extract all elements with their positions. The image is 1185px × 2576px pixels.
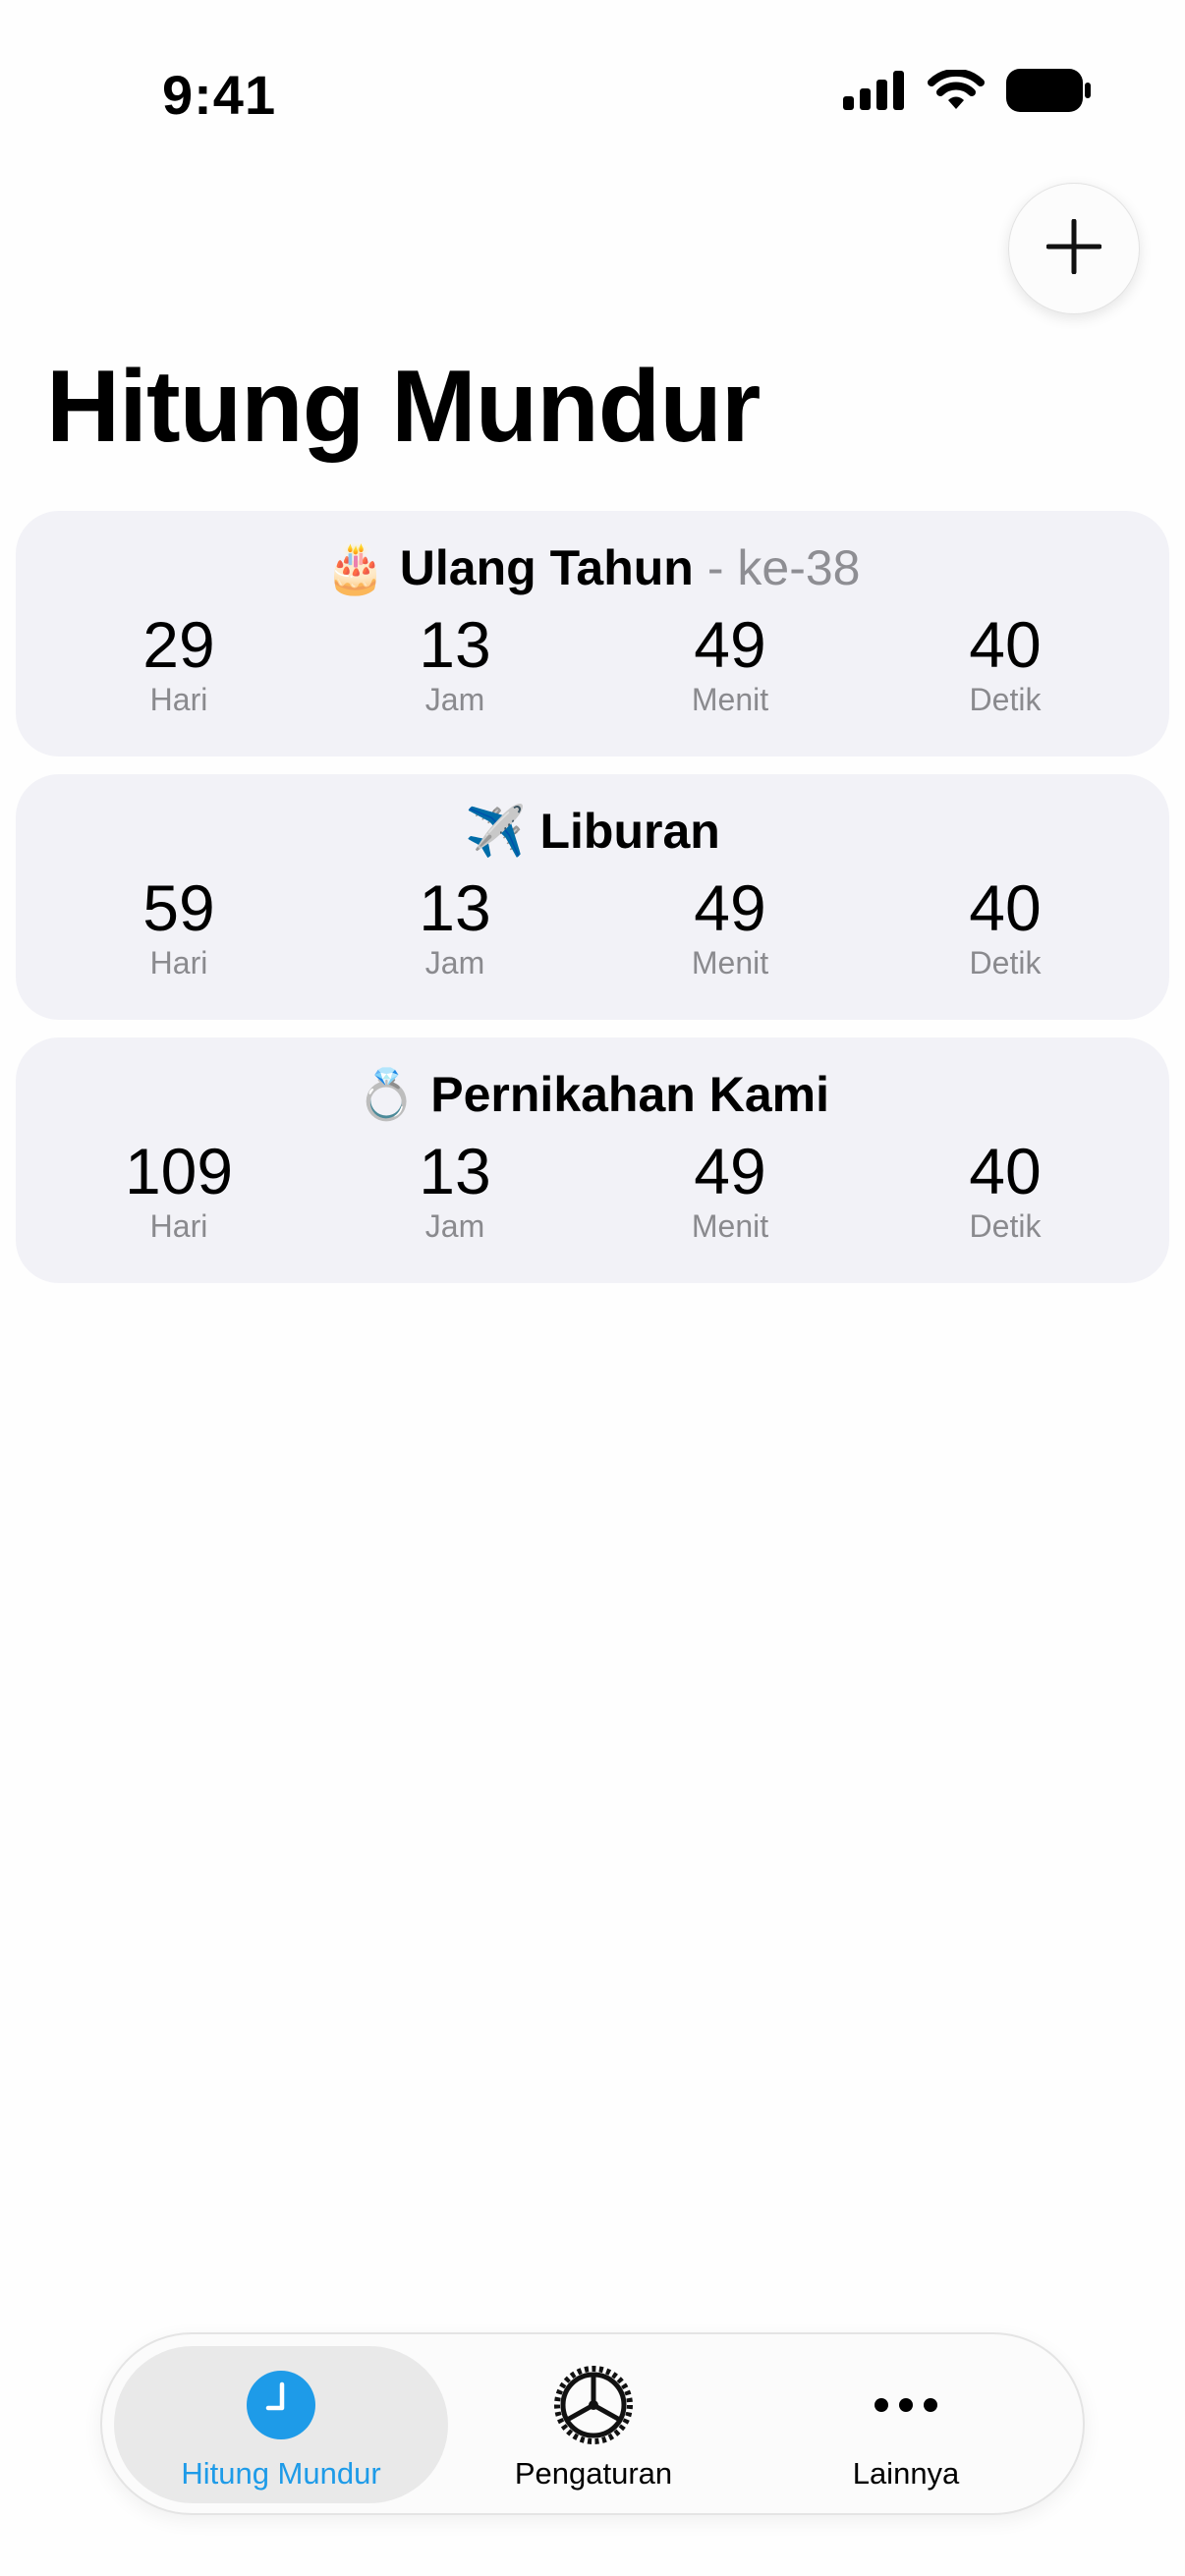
unit-minutes: 49 Menit (612, 609, 848, 717)
more-icon (872, 2395, 940, 2420)
unit-hours: 13 Jam (337, 872, 573, 980)
countdown-card-birthday[interactable]: 🎂 Ulang Tahun - ke-38 29 Hari 13 Jam 49 Me… (16, 511, 1169, 756)
status-time: 9:41 (162, 64, 277, 126)
countdown-card-vacation[interactable]: ✈️ Liburan 59 Hari 13 Jam 49 Menit 40 Det… (16, 774, 1169, 1020)
unit-label: Hari (149, 1208, 208, 1244)
gear-icon (552, 2364, 635, 2451)
unit-value: 13 (419, 871, 491, 944)
status-icons (843, 68, 1091, 117)
unit-label: Jam (424, 1208, 485, 1244)
airplane-icon: ✈️ (465, 804, 527, 859)
unit-seconds: 40 Detik (887, 609, 1123, 717)
wifi-icon (928, 68, 985, 116)
unit-days: 59 Hari (61, 872, 297, 980)
unit-value: 40 (969, 608, 1042, 681)
battery-icon (1006, 69, 1091, 117)
unit-value: 13 (419, 1135, 491, 1207)
unit-label: Detik (969, 945, 1042, 980)
status-bar: 9:41 (0, 0, 1185, 187)
unit-minutes: 49 Menit (612, 1136, 848, 1244)
unit-label: Hari (149, 682, 208, 717)
tab-bar: Hitung Mundur Pengaturan Lainnya (100, 2332, 1085, 2515)
card-title-row: 💍 Pernikahan Kami (16, 1065, 1169, 1124)
unit-value: 109 (124, 1135, 234, 1207)
unit-label: Detik (969, 682, 1042, 717)
unit-value: 49 (694, 608, 766, 681)
card-title-row: 🎂 Ulang Tahun - ke-38 (16, 538, 1169, 597)
unit-minutes: 49 Menit (612, 872, 848, 980)
countdown-list: 🎂 Ulang Tahun - ke-38 29 Hari 13 Jam 49 Me… (16, 511, 1169, 1301)
tab-label: Hitung Mundur (181, 2456, 381, 2491)
unit-label: Jam (424, 945, 485, 980)
unit-value: 49 (694, 871, 766, 944)
unit-label: Menit (691, 945, 769, 980)
unit-label: Menit (691, 682, 769, 717)
ring-icon: 💍 (356, 1067, 418, 1122)
tab-label: Lainnya (852, 2456, 960, 2491)
countdown-card-wedding[interactable]: 💍 Pernikahan Kami 109 Hari 13 Jam 49 Meni… (16, 1037, 1169, 1283)
unit-value: 29 (142, 608, 215, 681)
unit-value: 13 (419, 608, 491, 681)
unit-seconds: 40 Detik (887, 1136, 1123, 1244)
unit-value: 40 (969, 1135, 1042, 1207)
tab-label: Pengaturan (514, 2456, 673, 2491)
unit-hours: 13 Jam (337, 609, 573, 717)
unit-value: 40 (969, 871, 1042, 944)
unit-hours: 13 Jam (337, 1136, 573, 1244)
unit-value: 49 (694, 1135, 766, 1207)
clock-icon (245, 2369, 317, 2446)
cellular-signal-icon (843, 71, 906, 115)
unit-seconds: 40 Detik (887, 872, 1123, 980)
card-title: Liburan (539, 804, 720, 859)
tab-hitung-mundur[interactable]: Hitung Mundur (114, 2346, 448, 2503)
unit-value: 59 (142, 871, 215, 944)
card-title: Pernikahan Kami (430, 1067, 829, 1122)
tab-pengaturan[interactable]: Pengaturan (426, 2346, 761, 2503)
unit-days: 29 Hari (61, 609, 297, 717)
page-title: Hitung Mundur (46, 350, 761, 464)
unit-days: 109 Hari (61, 1136, 297, 1244)
birthday-cake-icon: 🎂 (324, 540, 386, 595)
card-title-row: ✈️ Liburan (16, 802, 1169, 861)
add-countdown-button[interactable] (1008, 183, 1140, 314)
unit-label: Detik (969, 1208, 1042, 1244)
card-subtitle: - ke-38 (706, 540, 861, 595)
unit-label: Menit (691, 1208, 769, 1244)
unit-label: Jam (424, 682, 485, 717)
plus-icon (1045, 218, 1102, 279)
tab-lainnya[interactable]: Lainnya (739, 2346, 1073, 2503)
card-title: Ulang Tahun (399, 540, 694, 595)
unit-label: Hari (149, 945, 208, 980)
